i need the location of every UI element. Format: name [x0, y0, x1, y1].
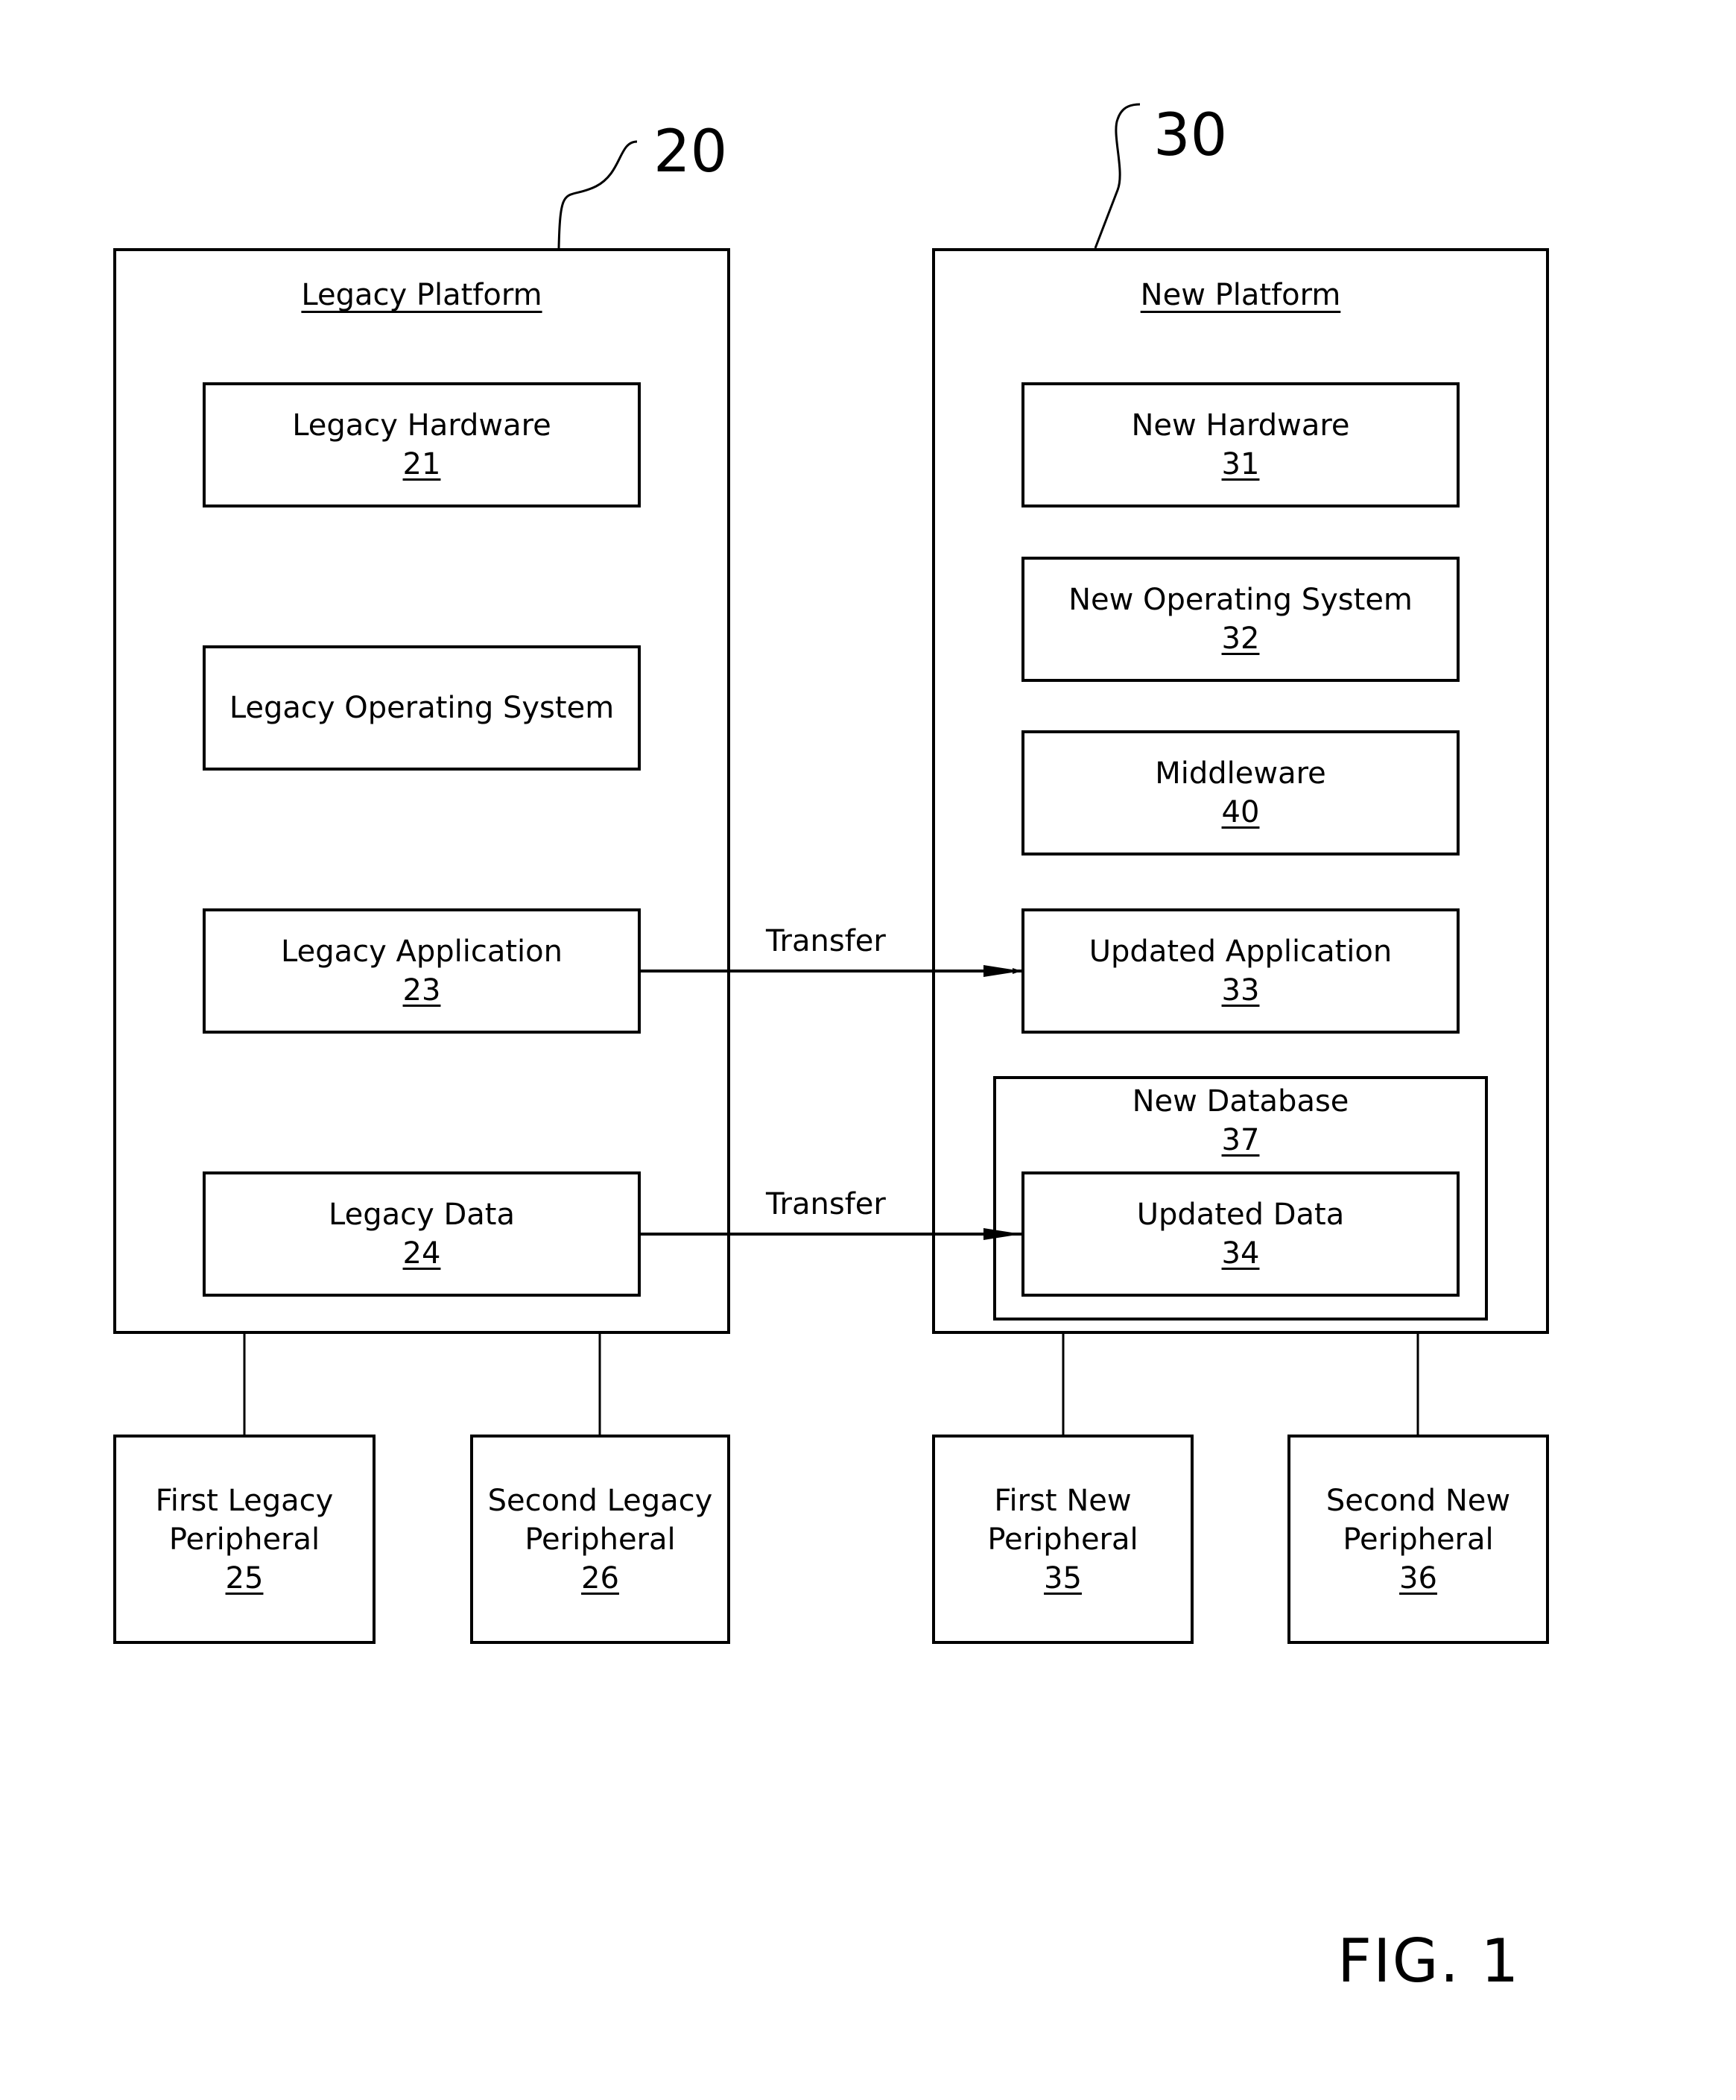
transfer-label-application: Transfer	[766, 924, 886, 958]
peripheral-label-line2: Peripheral	[525, 1522, 676, 1557]
component-label: Middleware	[1155, 756, 1326, 791]
component-number: 23	[402, 973, 441, 1008]
component-label: Legacy Data	[329, 1198, 515, 1232]
component-number: 40	[1221, 795, 1260, 829]
legacy-platform-title: Legacy Platform	[301, 278, 542, 312]
component-number: 34	[1221, 1236, 1260, 1271]
legacy-application-box: Legacy Application 23	[203, 908, 641, 1034]
component-label: Updated Data	[1136, 1198, 1345, 1232]
component-label: New Hardware	[1131, 408, 1350, 443]
component-number: 31	[1221, 447, 1260, 481]
leader-line-20	[557, 140, 638, 249]
legacy-os-box: Legacy Operating System	[203, 645, 641, 771]
database-number: 37	[1221, 1123, 1260, 1157]
leader-line-30	[1094, 103, 1141, 249]
updated-application-box: Updated Application 33	[1021, 908, 1460, 1034]
transfer-label-data: Transfer	[766, 1187, 886, 1221]
peripheral-label-line1: First Legacy	[155, 1483, 334, 1518]
peripheral-number: 35	[1044, 1560, 1082, 1595]
peripheral-number: 25	[225, 1560, 264, 1595]
new-os-box: New Operating System 32	[1021, 557, 1460, 682]
peripheral-label-line2: Peripheral	[987, 1522, 1138, 1557]
component-number: 21	[402, 447, 441, 481]
peripheral-label-line1: First New	[994, 1483, 1132, 1518]
figure-label: FIG. 1	[1337, 1926, 1521, 1996]
component-label: Legacy Operating System	[229, 691, 615, 725]
ref-numeral-30: 30	[1153, 102, 1228, 169]
middleware-box: Middleware 40	[1021, 730, 1460, 856]
component-number: 24	[402, 1236, 441, 1271]
component-label: Legacy Hardware	[292, 408, 551, 443]
updated-data-box: Updated Data 34	[1021, 1171, 1460, 1297]
new-platform-title: New Platform	[1140, 278, 1341, 312]
peripheral-label-line1: Second New	[1325, 1483, 1511, 1518]
peripheral-label-line2: Peripheral	[1343, 1522, 1494, 1557]
component-number: 33	[1221, 973, 1260, 1008]
legacy-hardware-box: Legacy Hardware 21	[203, 382, 641, 507]
component-number: 32	[1221, 622, 1260, 656]
peripheral-number: 26	[581, 1560, 619, 1595]
component-label: Updated Application	[1089, 934, 1393, 969]
first-legacy-peripheral-box: First Legacy Peripheral 25	[113, 1435, 376, 1644]
component-label: New Operating System	[1068, 583, 1413, 617]
peripheral-label-line1: Second Legacy	[487, 1483, 713, 1518]
peripheral-label-line2: Peripheral	[168, 1522, 320, 1557]
new-hardware-box: New Hardware 31	[1021, 382, 1460, 507]
second-new-peripheral-box: Second New Peripheral 36	[1287, 1435, 1549, 1644]
second-legacy-peripheral-box: Second Legacy Peripheral 26	[470, 1435, 730, 1644]
ref-numeral-20: 20	[653, 118, 728, 186]
peripheral-number: 36	[1399, 1560, 1437, 1595]
component-label: Legacy Application	[281, 934, 563, 969]
first-new-peripheral-box: First New Peripheral 35	[932, 1435, 1194, 1644]
database-label: New Database	[1132, 1084, 1349, 1119]
legacy-data-box: Legacy Data 24	[203, 1171, 641, 1297]
